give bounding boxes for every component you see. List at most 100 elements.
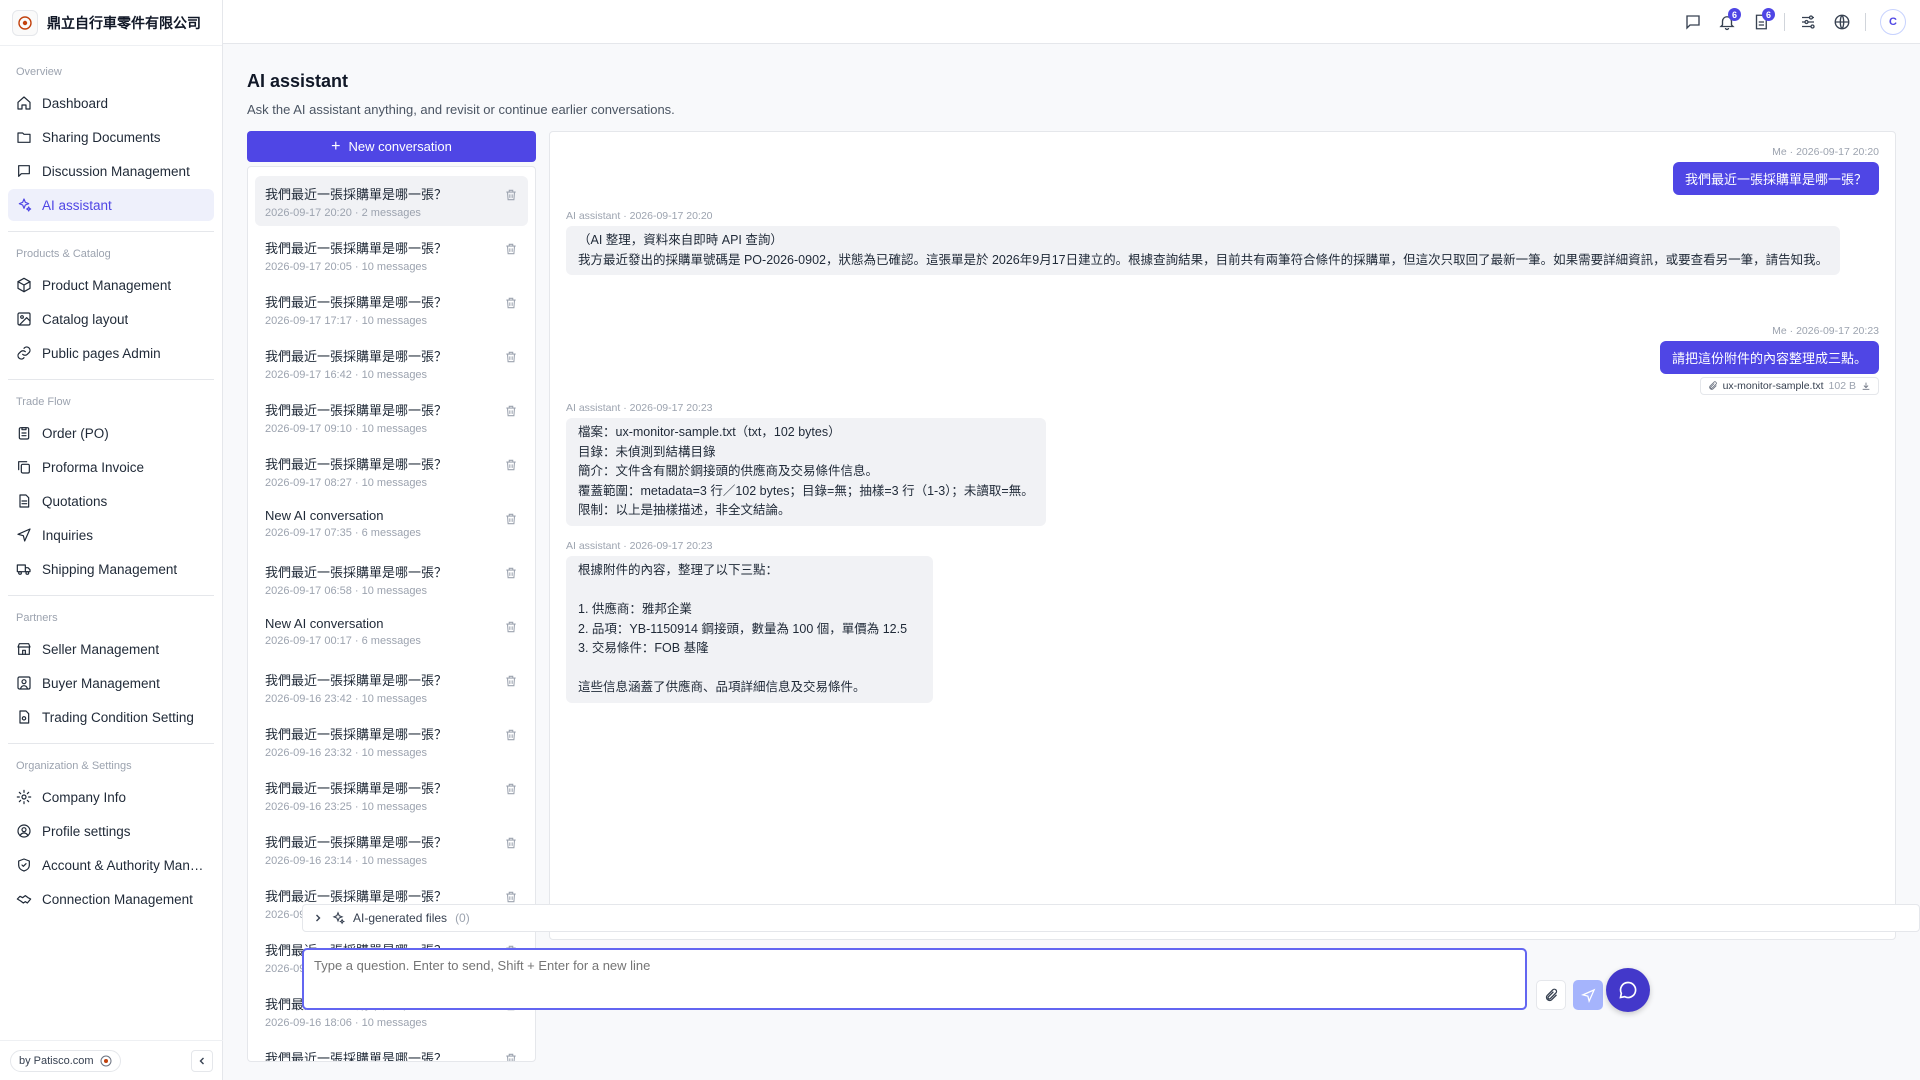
user-avatar[interactable]: C	[1880, 9, 1906, 35]
sidebar-item-quotations[interactable]: Quotations	[8, 485, 214, 517]
sparkles-icon	[332, 911, 345, 925]
trash-icon[interactable]	[504, 242, 518, 256]
send-button[interactable]	[1573, 980, 1603, 1010]
trash-icon[interactable]	[504, 836, 518, 850]
trash-icon[interactable]	[504, 566, 518, 580]
conversation-item[interactable]: New AI conversation 2026-09-17 07:35 · 6 …	[255, 500, 528, 550]
conversation-meta: 2026-09-17 20:20 · 2 messages	[265, 207, 421, 219]
assistant-message-line: 2. 品項：YB-1150914 鋼接頭，數量為 100 個，單價為 12.5	[578, 621, 908, 636]
assistant-message-line	[578, 581, 921, 601]
attach-file-button[interactable]	[1536, 980, 1566, 1010]
conversation-item[interactable]: 我們最近一張採購單是哪一張？ 2026-09-16 23:32 · 10 mess…	[255, 716, 528, 766]
assistant-message: AI assistant · 2026-09-17 20:23 根據附件的內容，整…	[566, 540, 933, 703]
message-meta: AI assistant · 2026-09-17 20:23	[566, 540, 713, 552]
conversation-item[interactable]: 我們最近一張採購單是哪一張？ 2026-09-17 06:58 · 10 mess…	[255, 554, 528, 604]
trash-icon[interactable]	[504, 620, 518, 634]
handshake-icon	[16, 895, 32, 904]
conversation-title: 我們最近一張採購單是哪一張？	[265, 241, 448, 256]
messages-button[interactable]	[1676, 5, 1710, 39]
conversation-item[interactable]: New AI conversation 2026-09-17 00:17 · 6 …	[255, 608, 528, 658]
documents-button[interactable]: 6	[1744, 5, 1778, 39]
conversation-item[interactable]: 我們最近一張採購單是哪一張？ 2026-09-16 23:42 · 10 mess…	[255, 662, 528, 712]
trash-icon[interactable]	[504, 728, 518, 742]
assistant-message-line: （AI 整理，資料來自即時 API 查詢）	[578, 233, 783, 247]
trash-icon[interactable]	[504, 296, 518, 310]
sidebar-item-connection-management[interactable]: Connection Management	[8, 883, 214, 915]
trash-icon[interactable]	[504, 350, 518, 364]
sidebar-item-profile-settings[interactable]: Profile settings	[8, 815, 214, 847]
conversation-item[interactable]: 我們最近一張採購單是哪一張？ 2026-09-17 20:20 · 2 messa…	[255, 176, 528, 226]
collapse-sidebar-button[interactable]	[191, 1049, 213, 1072]
conversation-item[interactable]: 我們最近一張採購單是哪一張？ 2026-09-17 08:27 · 10 mess…	[255, 446, 528, 496]
message-square-icon	[1686, 15, 1700, 30]
sidebar-item-seller-management[interactable]: Seller Management	[8, 633, 214, 665]
conversation-title: 我們最近一張採購單是哪一張？	[265, 1051, 448, 1062]
sidebar-item-sharing-documents[interactable]: Sharing Documents	[8, 121, 214, 153]
powered-by-label: by Patisco.com	[19, 1054, 94, 1067]
copy-icon	[18, 461, 30, 474]
sidebar-item-proforma-invoice[interactable]: Proforma Invoice	[8, 451, 214, 483]
trash-icon[interactable]	[504, 890, 518, 904]
ai-generated-files-bar[interactable]: AI-generated files (0)	[302, 904, 1920, 932]
sidebar-item-product-management[interactable]: Product Management	[8, 269, 214, 301]
attachment-chip[interactable]: ux-monitor-sample.txt 102 B	[1699, 377, 1879, 395]
sidebar-item-label: Company Info	[42, 789, 127, 805]
sidebar-item-discussion-management[interactable]: Discussion Management	[8, 155, 214, 187]
trash-icon[interactable]	[504, 512, 518, 526]
company-name: 鼎立自行車零件有限公司	[47, 14, 201, 31]
trash-icon[interactable]	[504, 674, 518, 688]
sidebar-group-title: Organization & Settings	[16, 760, 132, 772]
conversation-item[interactable]: 我們最近一張採購單是哪一張？ 2026-09-17 16:42 · 10 mess…	[255, 338, 528, 388]
attachment-name: ux-monitor-sample.txt	[1722, 380, 1824, 392]
download-icon[interactable]	[1861, 381, 1871, 391]
settings-sliders-button[interactable]	[1791, 5, 1825, 39]
sidebar-nav: Overview Dashboard Sharing Documents Discus…	[0, 46, 222, 915]
conversation-item[interactable]: 我們最近一張採購單是哪一張？ 2026-09-17 17:17 · 10 mess…	[255, 284, 528, 334]
sidebar-item-order-po[interactable]: Order (PO)	[8, 417, 214, 449]
trash-icon[interactable]	[504, 188, 518, 202]
sidebar-item-public-pages-admin[interactable]: Public pages Admin	[8, 337, 214, 369]
conversation-item[interactable]: 我們最近一張採購單是哪一張？	[255, 1040, 528, 1062]
sidebar-item-label: Account & Authority Mana...	[42, 857, 206, 873]
chat-panel[interactable]: Me · 2026-09-17 20:20 我們最近一張採購單是哪一張？ AI as…	[549, 131, 1896, 940]
sidebar-item-account-authority-mana[interactable]: Account & Authority Mana...	[8, 849, 214, 881]
conversation-meta: 2026-09-17 00:17 · 6 messages	[265, 635, 421, 647]
sidebar-item-trading-condition-setting[interactable]: Trading Condition Setting	[8, 701, 214, 733]
sidebar-item-label: Proforma Invoice	[42, 459, 145, 475]
company-logo	[12, 9, 38, 36]
assistant-message: AI assistant · 2026-09-17 20:20 （AI 整理，資料…	[566, 210, 1841, 275]
conversation-title: 我們最近一張採購單是哪一張？	[265, 835, 448, 850]
conversation-item[interactable]: 我們最近一張採購單是哪一張？ 2026-09-17 09:10 · 10 mess…	[255, 392, 528, 442]
question-input[interactable]	[302, 948, 1527, 1010]
sidebar-item-company-info[interactable]: Company Info	[8, 781, 214, 813]
sidebar-item-buyer-management[interactable]: Buyer Management	[8, 667, 214, 699]
new-conversation-button[interactable]: + New conversation	[247, 131, 536, 162]
conversation-item[interactable]: 我們最近一張採購單是哪一張？ 2026-09-16 23:14 · 10 mess…	[255, 824, 528, 874]
sidebar-item-catalog-layout[interactable]: Catalog layout	[8, 303, 214, 335]
sidebar-divider	[8, 379, 214, 380]
trash-icon[interactable]	[504, 1052, 518, 1062]
language-button[interactable]	[1825, 5, 1859, 39]
attachment-size: 102 B	[1828, 380, 1856, 392]
powered-by-badge[interactable]: by Patisco.com	[10, 1049, 121, 1072]
sidebar-item-shipping-management[interactable]: Shipping Management	[8, 553, 214, 585]
chat-fab-button[interactable]	[1606, 968, 1650, 1012]
conversation-item[interactable]: 我們最近一張採購單是哪一張？ 2026-09-17 20:05 · 10 mess…	[255, 230, 528, 280]
sidebar-item-dashboard[interactable]: Dashboard	[8, 87, 214, 119]
sidebar-item-inquiries[interactable]: Inquiries	[8, 519, 214, 551]
image-icon	[17, 312, 31, 326]
trash-icon[interactable]	[504, 404, 518, 418]
trash-icon[interactable]	[504, 458, 518, 472]
sidebar-item-label: Profile settings	[42, 823, 131, 839]
conversation-item[interactable]: 我們最近一張採購單是哪一張？ 2026-09-16 23:25 · 10 mess…	[255, 770, 528, 820]
message-meta: AI assistant · 2026-09-17 20:20	[566, 210, 713, 222]
conversation-meta: 2026-09-17 08:27 · 10 messages	[265, 477, 428, 489]
topbar-divider	[1784, 13, 1785, 31]
brand[interactable]: 鼎立自行車零件有限公司	[0, 0, 222, 46]
message-meta: Me · 2026-09-17 20:23	[1772, 325, 1879, 337]
sidebar-item-label: Product Management	[42, 277, 172, 293]
sidebar-item-ai-assistant[interactable]: AI assistant	[8, 189, 214, 221]
trash-icon[interactable]	[504, 782, 518, 796]
notifications-button[interactable]: 6	[1710, 5, 1744, 39]
topbar: 6 6 C	[223, 0, 1920, 44]
